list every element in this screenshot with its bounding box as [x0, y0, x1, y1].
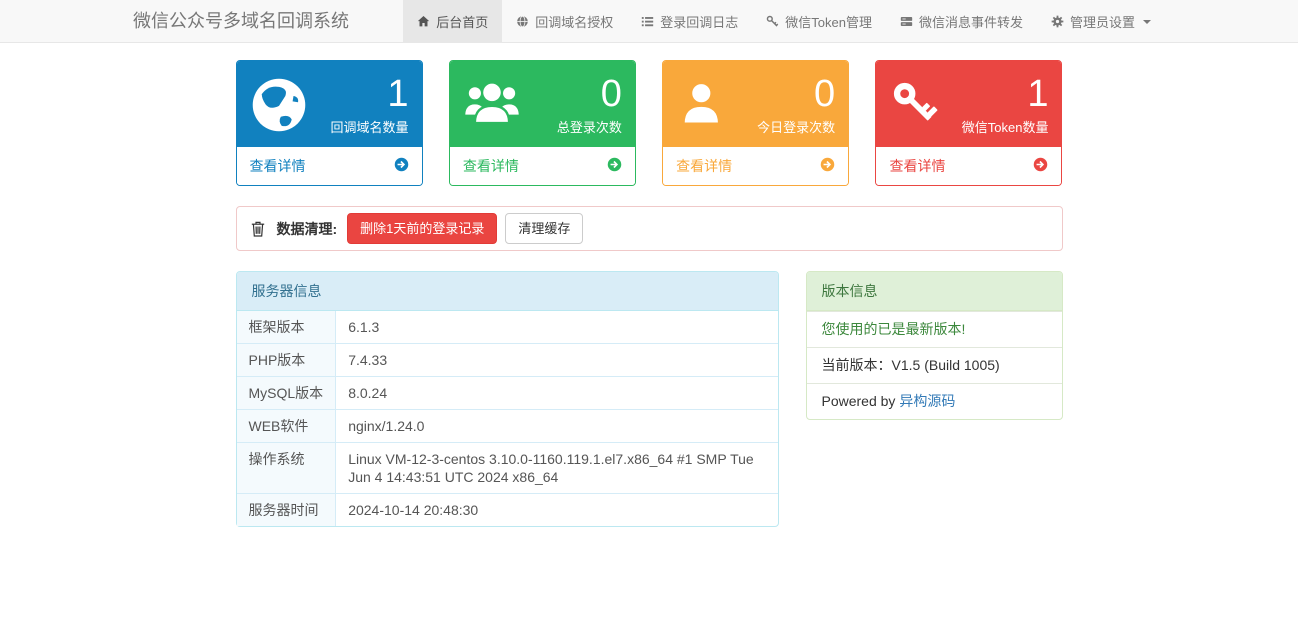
stat-card-total-logins: 0 总登录次数 查看详情 — [449, 60, 636, 186]
stat-value: 0 — [521, 74, 622, 114]
server-info-table: 框架版本 6.1.3 PHP版本 7.4.33 MySQL版本 8.0.24 W… — [237, 311, 778, 526]
nav-item-label: 后台首页 — [436, 12, 488, 31]
nav-item-label: 回调域名授权 — [535, 12, 613, 31]
nav-item-label: 管理员设置 — [1070, 12, 1135, 31]
version-latest-text: 您使用的已是最新版本! — [807, 311, 1062, 347]
user-icon — [676, 76, 734, 134]
stat-label: 微信Token数量 — [947, 117, 1048, 136]
version-current-text: 当前版本：V1.5 (Build 1005) — [807, 347, 1062, 383]
stat-card-today-logins: 0 今日登录次数 查看详情 — [662, 60, 849, 186]
row-label: 框架版本 — [237, 311, 336, 344]
table-row: MySQL版本 8.0.24 — [237, 377, 778, 410]
arrow-circle-right-icon — [394, 157, 409, 175]
navbar-brand[interactable]: 微信公众号多域名回调系统 — [133, 0, 349, 43]
view-details-link[interactable]: 查看详情 — [450, 147, 635, 185]
powered-by-link[interactable]: 异构源码 — [899, 393, 955, 409]
stat-label: 总登录次数 — [521, 117, 622, 136]
main-nav: 后台首页 回调域名授权 登录回调日志 微信Token管理 — [403, 0, 1165, 43]
stat-value: 1 — [308, 74, 409, 114]
chevron-down-icon — [1143, 20, 1151, 24]
view-details-link[interactable]: 查看详情 — [663, 147, 848, 185]
server-info-panel: 服务器信息 框架版本 6.1.3 PHP版本 7.4.33 MySQL版本 8.… — [236, 271, 779, 527]
table-row: PHP版本 7.4.33 — [237, 344, 778, 377]
server-icon — [900, 15, 913, 28]
stat-card-callback-domains: 1 回调域名数量 查看详情 — [236, 60, 423, 186]
top-navbar: 微信公众号多域名回调系统 后台首页 回调域名授权 登录回调日志 — [0, 0, 1298, 43]
nav-item-label: 登录回调日志 — [660, 12, 738, 31]
nav-item-dashboard[interactable]: 后台首页 — [403, 0, 502, 43]
home-icon — [417, 15, 430, 28]
globe-icon — [516, 15, 529, 28]
gear-icon — [1051, 15, 1064, 28]
row-label: WEB软件 — [237, 410, 336, 443]
data-cleanup-panel: 数据清理: 删除1天前的登录记录 清理缓存 — [236, 206, 1063, 251]
stat-label: 今日登录次数 — [734, 117, 835, 136]
row-label: MySQL版本 — [237, 377, 336, 410]
cleanup-label: 数据清理: — [277, 219, 338, 239]
powered-by-row: Powered by 异构源码 — [807, 383, 1062, 419]
stat-value: 0 — [734, 74, 835, 114]
nav-item-domain-auth[interactable]: 回调域名授权 — [502, 0, 627, 43]
nav-item-token-manage[interactable]: 微信Token管理 — [752, 0, 886, 43]
stats-row: 1 回调域名数量 查看详情 0 总登录次数 — [236, 60, 1063, 186]
table-row: 框架版本 6.1.3 — [237, 311, 778, 344]
arrow-circle-right-icon — [607, 157, 622, 175]
key-icon — [889, 76, 947, 134]
nav-item-message-forward[interactable]: 微信消息事件转发 — [886, 0, 1037, 43]
row-value: nginx/1.24.0 — [336, 410, 778, 443]
arrow-circle-right-icon — [820, 157, 835, 175]
row-label: PHP版本 — [237, 344, 336, 377]
nav-item-admin-settings[interactable]: 管理员设置 — [1037, 0, 1165, 43]
globe-icon — [250, 76, 308, 134]
row-value: Linux VM-12-3-centos 3.10.0-1160.119.1.e… — [336, 443, 778, 494]
view-details-link[interactable]: 查看详情 — [876, 147, 1061, 185]
row-value: 7.4.33 — [336, 344, 778, 377]
view-details-link[interactable]: 查看详情 — [237, 147, 422, 185]
delete-old-logins-button[interactable]: 删除1天前的登录记录 — [347, 213, 497, 244]
trash-icon — [251, 221, 265, 237]
list-icon — [641, 15, 654, 28]
arrow-circle-right-icon — [1033, 157, 1048, 175]
version-info-title: 版本信息 — [807, 272, 1062, 311]
row-label: 操作系统 — [237, 443, 336, 494]
table-row: 服务器时间 2024-10-14 20:48:30 — [237, 494, 778, 527]
users-icon — [463, 76, 521, 134]
stat-label: 回调域名数量 — [308, 117, 409, 136]
server-info-title: 服务器信息 — [237, 272, 778, 311]
version-info-panel: 版本信息 您使用的已是最新版本! 当前版本：V1.5 (Build 1005) … — [806, 271, 1063, 420]
powered-by-text: Powered by — [822, 393, 900, 409]
row-value: 8.0.24 — [336, 377, 778, 410]
nav-item-label: 微信消息事件转发 — [919, 12, 1023, 31]
row-value: 6.1.3 — [336, 311, 778, 344]
stat-card-wechat-tokens: 1 微信Token数量 查看详情 — [875, 60, 1062, 186]
row-value: 2024-10-14 20:48:30 — [336, 494, 778, 527]
stat-value: 1 — [947, 74, 1048, 114]
nav-item-label: 微信Token管理 — [785, 12, 872, 31]
key-icon — [766, 15, 779, 28]
table-row: 操作系统 Linux VM-12-3-centos 3.10.0-1160.11… — [237, 443, 778, 494]
nav-item-login-log[interactable]: 登录回调日志 — [627, 0, 752, 43]
row-label: 服务器时间 — [237, 494, 336, 527]
clear-cache-button[interactable]: 清理缓存 — [505, 213, 583, 244]
table-row: WEB软件 nginx/1.24.0 — [237, 410, 778, 443]
